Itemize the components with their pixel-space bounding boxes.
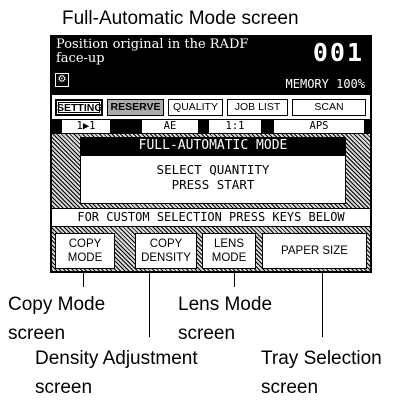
- callout-tray-line1: Tray Selection: [261, 348, 382, 369]
- instruction-text: Position original in the RADF face-up: [56, 38, 248, 66]
- leader-line-copy-mode: [83, 273, 84, 287]
- status-duplex: 1▶1: [62, 120, 110, 133]
- mode-title: FULL-AUTOMATIC MODE: [80, 137, 346, 155]
- tab-scan[interactable]: SCAN: [292, 99, 366, 116]
- diagram-caption: Full-Automatic Mode screen: [62, 8, 299, 29]
- message-box: SELECT QUANTITY PRESS START: [80, 155, 346, 204]
- instruction-line-1: Position original in the RADF: [56, 37, 249, 52]
- callout-tray: Tray Selection screen: [261, 344, 382, 402]
- callout-density-line2: screen: [35, 377, 93, 398]
- copy-density-key[interactable]: COPY DENSITY: [135, 233, 197, 269]
- callout-copy-mode-line1: Copy Mode: [8, 294, 106, 315]
- message-line-1: SELECT QUANTITY: [156, 162, 270, 177]
- paper-size-key-label: PAPER SIZE: [281, 245, 348, 257]
- copy-count-display: 001: [312, 38, 364, 67]
- copy-density-key-line1: COPY: [149, 238, 183, 250]
- top-message-bar: Position original in the RADF face-up 00…: [52, 37, 370, 95]
- leader-line-density: [149, 273, 150, 337]
- callout-density-line1: Density Adjustment: [35, 348, 198, 369]
- leader-line-tray: [322, 273, 323, 337]
- copy-mode-key[interactable]: COPY MODE: [55, 233, 115, 269]
- copy-mode-key-line1: COPY: [68, 238, 102, 250]
- lens-mode-key[interactable]: LENS MODE: [202, 233, 256, 269]
- status-ratio: 1:1: [209, 120, 261, 133]
- tab-quality[interactable]: QUALITY: [168, 99, 223, 116]
- callout-tray-line2: screen: [261, 377, 319, 398]
- custom-selection-prompt: FOR CUSTOM SELECTION PRESS KEYS BELOW: [52, 208, 370, 227]
- callout-copy-mode: Copy Mode screen: [8, 290, 105, 348]
- tab-reserve[interactable]: RESERVE: [107, 99, 164, 116]
- callout-lens-mode-line1: Lens Mode: [178, 294, 273, 315]
- copy-density-key-line2: DENSITY: [141, 252, 191, 264]
- tab-setting[interactable]: SETTING: [55, 99, 103, 116]
- callout-density: Density Adjustment screen: [35, 344, 198, 402]
- settings-glyph-icon: ⚙: [55, 73, 69, 87]
- tab-job-list[interactable]: JOB LIST: [227, 99, 288, 116]
- copy-mode-key-line2: MODE: [67, 252, 103, 264]
- status-paper: APS: [274, 120, 364, 133]
- lens-mode-key-line1: LENS: [213, 238, 245, 250]
- paper-size-key[interactable]: PAPER SIZE: [262, 233, 367, 269]
- status-exposure: AE: [142, 120, 198, 133]
- memory-indicator: MEMORY 100%: [285, 77, 365, 91]
- copier-touch-screen: Position original in the RADF face-up 00…: [50, 35, 372, 273]
- lens-mode-key-line2: MODE: [211, 252, 247, 264]
- instruction-line-2: face-up: [56, 51, 105, 66]
- callout-lens-mode: Lens Mode screen: [178, 290, 272, 348]
- leader-line-lens-mode: [234, 273, 235, 287]
- message-line-2: PRESS START: [171, 177, 255, 192]
